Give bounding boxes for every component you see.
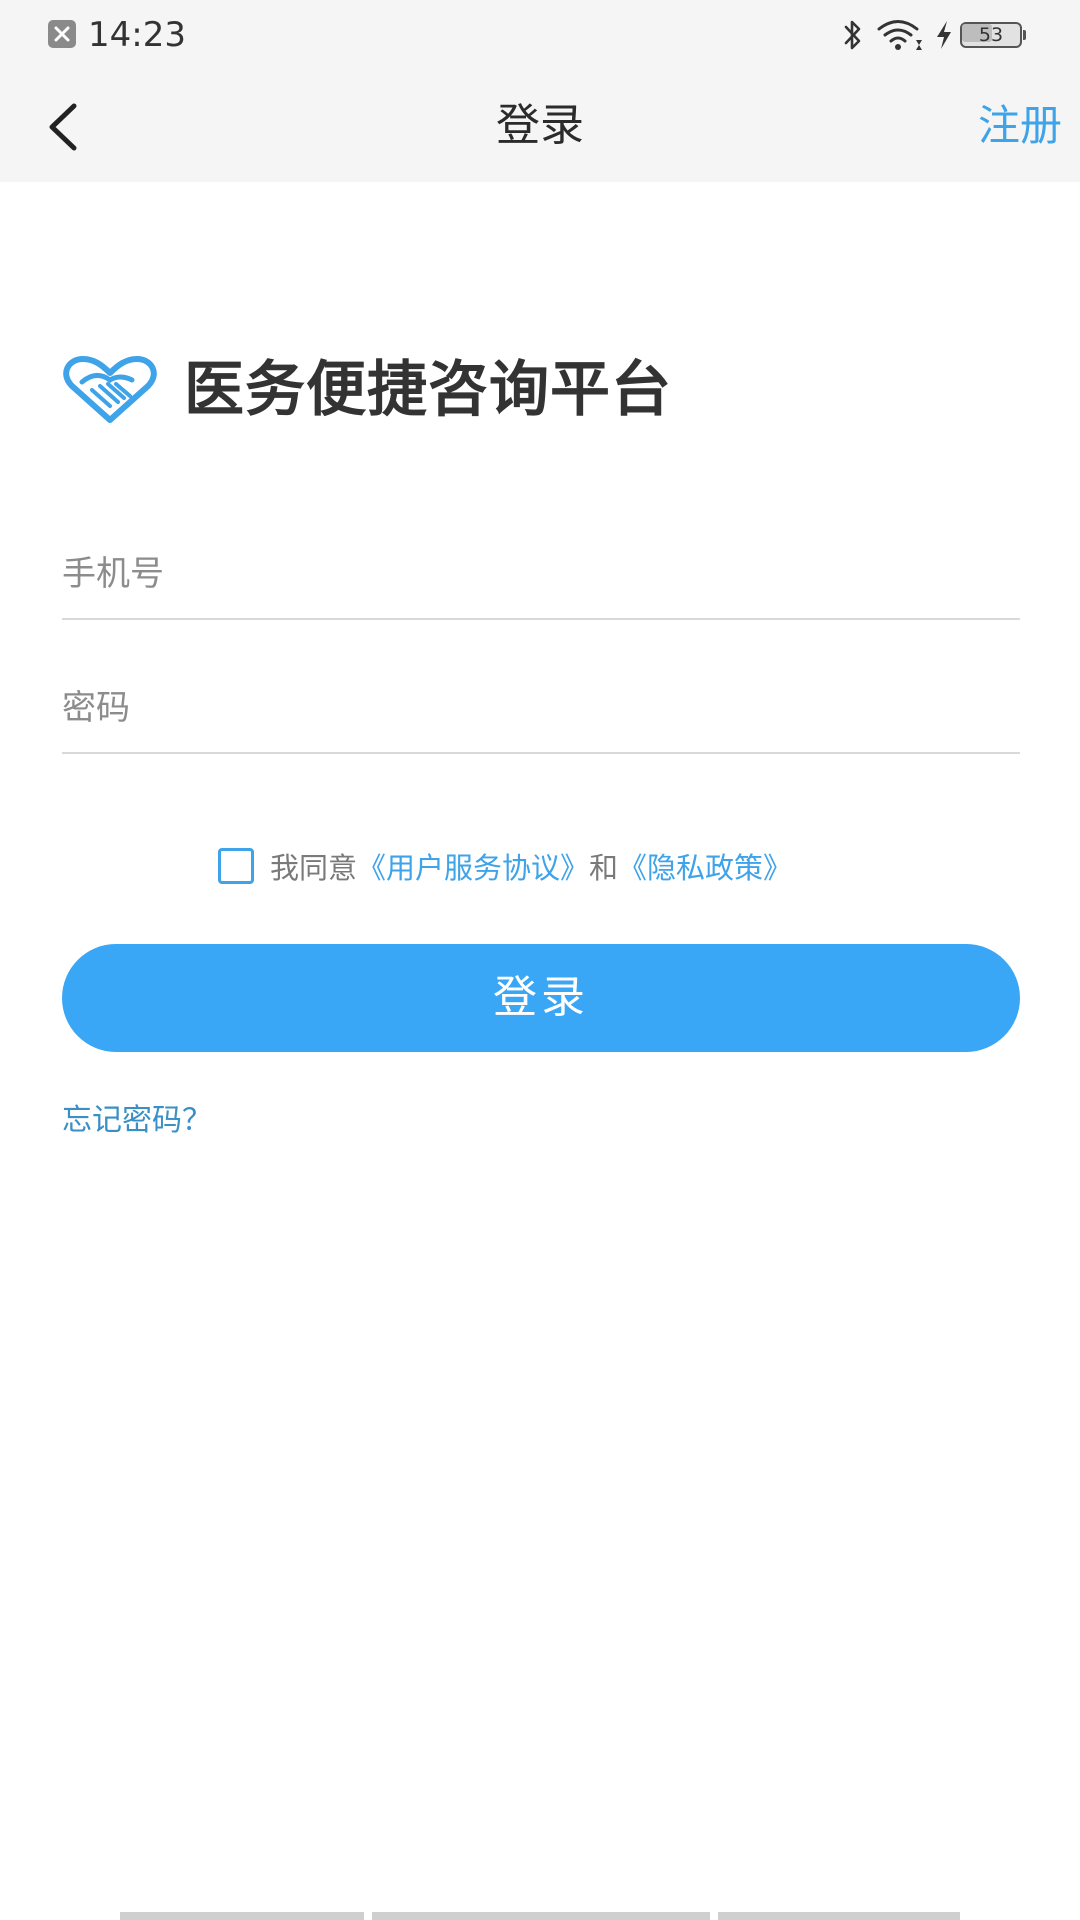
bottom-bar-segment [372, 1912, 710, 1920]
back-button[interactable] [36, 94, 96, 160]
page-title: 登录 [496, 100, 584, 151]
terms-link[interactable]: 《用户服务协议》 [357, 845, 589, 887]
status-time: 14:23 [88, 15, 186, 55]
nav-bar: 登录 注册 [0, 72, 1080, 182]
bluetooth-icon [844, 20, 861, 50]
battery-percent: 53 [978, 24, 1004, 46]
agreement-prefix: 我同意 [270, 851, 358, 885]
login-button[interactable]: 登录 [62, 944, 1020, 1052]
forgot-password-link[interactable]: 忘记密码？ [62, 1100, 212, 1142]
phone-input[interactable] [62, 530, 1020, 620]
status-bar: 14:23 53 [0, 0, 1080, 72]
wifi-icon [877, 20, 922, 50]
notification-close-icon [48, 20, 76, 48]
agreement-checkbox[interactable] [218, 848, 254, 884]
register-link[interactable]: 注册 [978, 96, 1062, 156]
brand-name: 医务便捷咨询平台 [184, 355, 672, 425]
chevron-left-icon [49, 103, 77, 151]
agreement-conjunction: 和 [589, 851, 619, 885]
bottom-bar-segment [120, 1912, 364, 1920]
heart-handshake-icon [63, 356, 157, 423]
charging-icon [937, 21, 951, 49]
battery-icon: 53 [960, 22, 1026, 48]
agreement-row: 我同意 《用户服务协议》 和 《隐私政策》 [218, 846, 792, 886]
password-input[interactable] [62, 664, 1020, 754]
privacy-link[interactable]: 《隐私政策》 [618, 845, 792, 887]
battery-tip [1023, 30, 1026, 40]
bottom-bar-segment [718, 1912, 960, 1920]
